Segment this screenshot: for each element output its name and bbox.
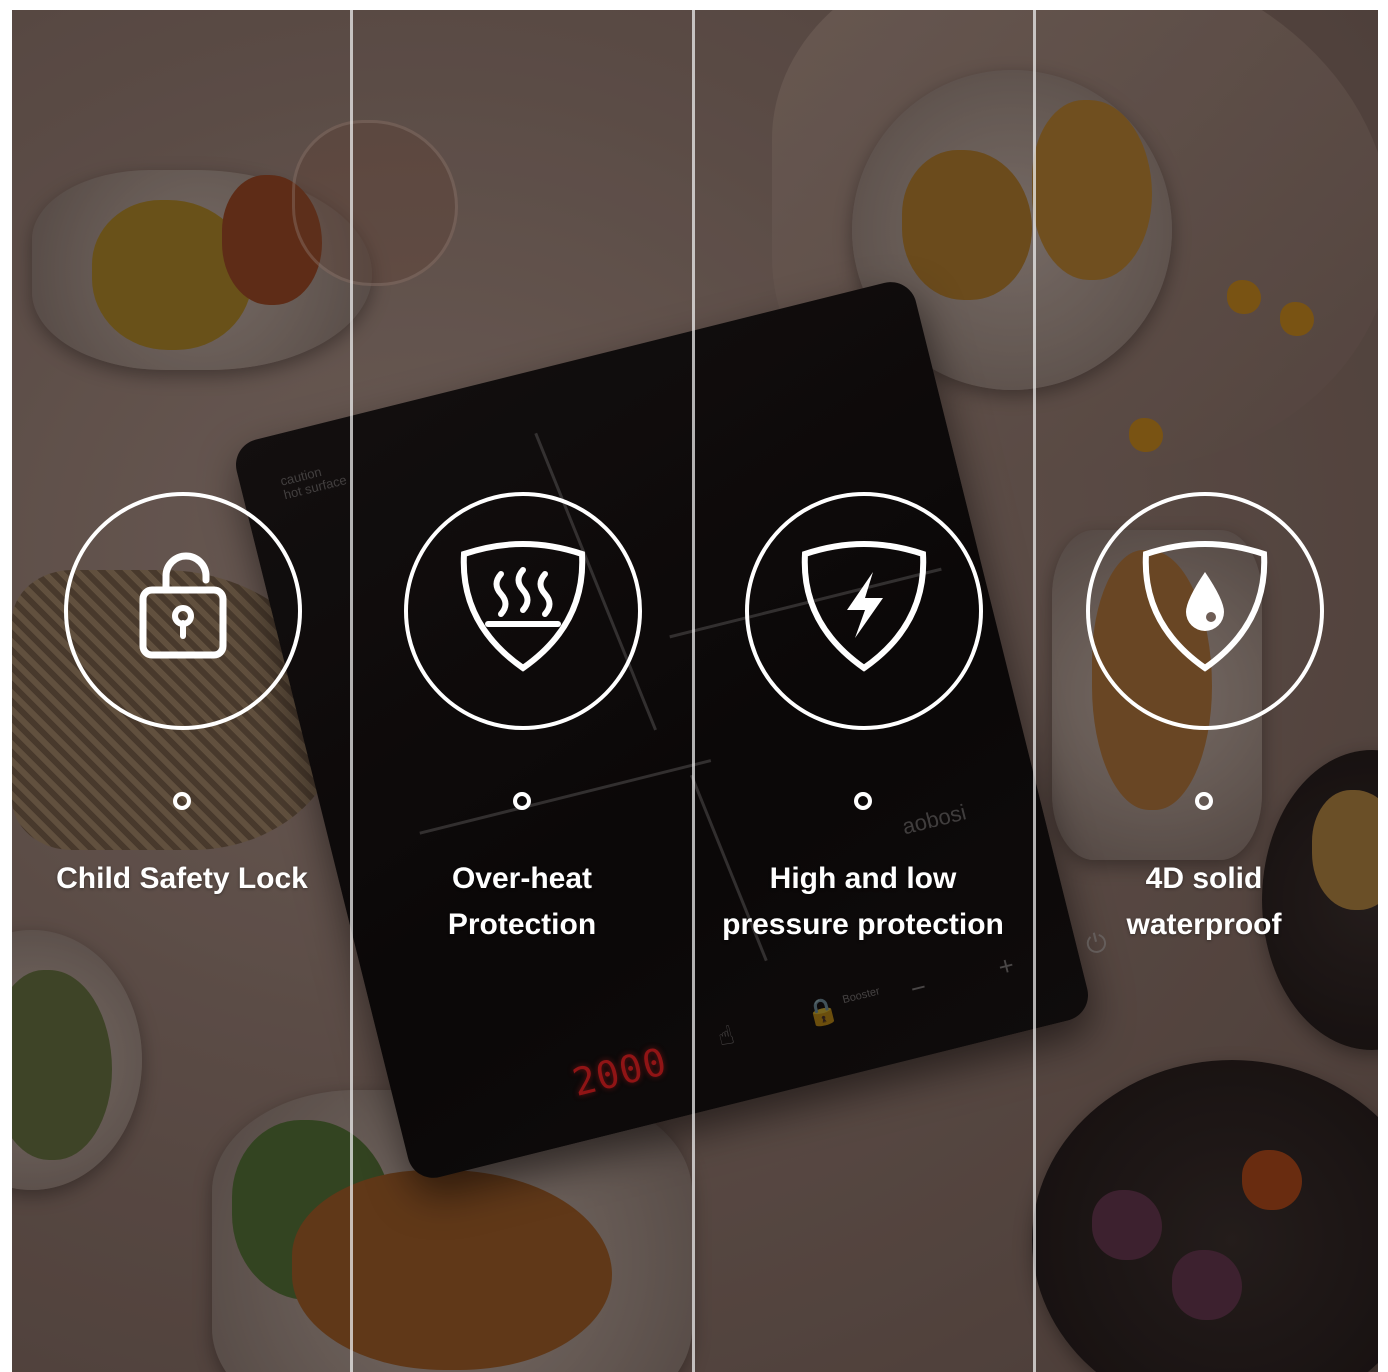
icon-ring xyxy=(404,492,642,730)
indicator-dot xyxy=(854,792,872,810)
feature-label: High and low pressure protection xyxy=(722,862,1004,941)
indicator-dot xyxy=(513,792,531,810)
product-banner: caution hot surface aobosi Booster 2000 … xyxy=(12,10,1378,1372)
lightning-shield-icon xyxy=(801,540,927,672)
feature-label: Child Safety Lock xyxy=(56,862,308,895)
feature-label: Over-heat Protection xyxy=(447,862,597,941)
indicator-dot xyxy=(1195,792,1213,810)
feature-child-safety-lock: Child Safety Lock xyxy=(12,10,352,1372)
water-drop-shield-icon xyxy=(1142,540,1268,672)
icon-ring xyxy=(745,492,983,730)
feature-pressure-protection: High and low pressure protection xyxy=(693,10,1033,1372)
feature-label: 4D solid waterproof xyxy=(1126,862,1282,941)
icon-ring xyxy=(1086,492,1324,730)
icon-ring xyxy=(64,492,302,730)
feature-waterproof: 4D solid waterproof xyxy=(1034,10,1374,1372)
heat-shield-icon xyxy=(460,540,586,672)
indicator-dot xyxy=(173,792,191,810)
unlocked-padlock-icon xyxy=(139,552,227,659)
feature-over-heat-protection: Over-heat Protection xyxy=(352,10,692,1372)
